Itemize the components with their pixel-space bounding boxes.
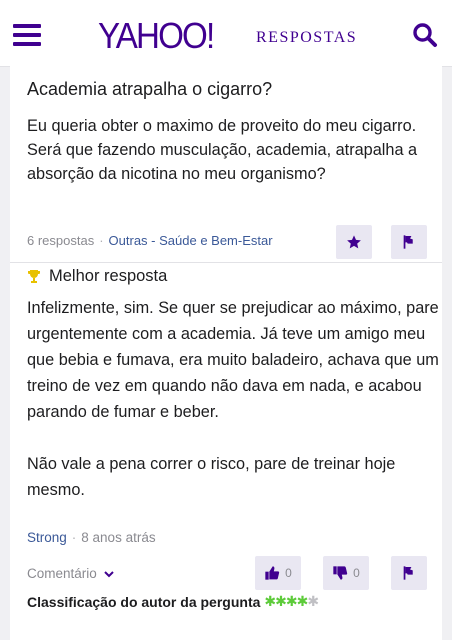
question-body: Eu queria obter o maximo de proveito do … bbox=[27, 117, 418, 183]
menu-icon[interactable] bbox=[13, 24, 43, 46]
flag-icon bbox=[403, 235, 413, 249]
question-meta: 6 respostas · Outras - Saúde e Bem-Estar bbox=[27, 233, 273, 248]
divider bbox=[10, 262, 442, 263]
app-header: YAHOO! RESPOSTAS bbox=[0, 0, 452, 67]
chevron-down-icon bbox=[104, 570, 114, 577]
answer-author-link[interactable]: Strong bbox=[27, 530, 67, 545]
report-question-button[interactable] bbox=[391, 225, 427, 259]
rating-star-filled-icon: ✱ bbox=[296, 593, 309, 609]
question-card: Academia atrapalha o cigarro? Eu queria … bbox=[10, 66, 442, 640]
comment-label: Comentário bbox=[27, 566, 97, 581]
section-title: RESPOSTAS bbox=[256, 29, 358, 46]
thumbs-up-button[interactable]: 0 bbox=[255, 556, 301, 590]
comment-toggle[interactable]: Comentário bbox=[27, 566, 116, 581]
rating-stars: ✱✱✱✱✱ bbox=[264, 593, 319, 610]
thumbs-down-count: 0 bbox=[353, 566, 360, 580]
search-icon[interactable] bbox=[412, 22, 438, 48]
flag-icon bbox=[403, 566, 413, 580]
rating-label: Classificação do autor da pergunta bbox=[27, 593, 261, 610]
rating-star-empty-icon: ✱ bbox=[307, 593, 319, 609]
trophy-icon bbox=[28, 269, 40, 283]
rating-star-filled-icon: ✱ bbox=[264, 593, 276, 609]
answer-time: 8 anos atrás bbox=[81, 530, 156, 545]
answers-count[interactable]: 6 respostas bbox=[27, 233, 94, 248]
best-answer-label: Melhor resposta bbox=[27, 267, 167, 286]
asker-rating: Classificação do autor da pergunta ✱✱✱✱✱ bbox=[27, 593, 319, 610]
thumbs-up-icon bbox=[265, 566, 280, 580]
logo-text: YAHOO! bbox=[98, 15, 215, 56]
follow-star-button[interactable] bbox=[336, 225, 372, 259]
star-icon bbox=[347, 235, 361, 249]
question-title: Academia atrapalha o cigarro? bbox=[27, 79, 273, 99]
thumbs-up-count: 0 bbox=[285, 566, 292, 580]
answer-paragraph: Infelizmente, sim. Se quer se prejudicar… bbox=[27, 299, 439, 421]
answer-paragraph: Não vale a pena correr o risco, pare de … bbox=[27, 455, 396, 499]
answer-body: Infelizmente, sim. Se quer se prejudicar… bbox=[27, 295, 439, 503]
rating-star-filled-icon: ✱ bbox=[275, 593, 287, 609]
category-link[interactable]: Outras - Saúde e Bem-Estar bbox=[109, 233, 273, 248]
rating-star-filled-icon: ✱ bbox=[285, 593, 298, 609]
answer-meta: Strong · 8 anos atrás bbox=[27, 530, 156, 545]
thumbs-down-button[interactable]: 0 bbox=[323, 556, 369, 590]
yahoo-logo[interactable]: YAHOO! RESPOSTAS bbox=[98, 15, 356, 56]
best-answer-title: Melhor resposta bbox=[49, 267, 168, 285]
report-answer-button[interactable] bbox=[391, 556, 427, 590]
thumbs-down-icon bbox=[333, 566, 348, 580]
